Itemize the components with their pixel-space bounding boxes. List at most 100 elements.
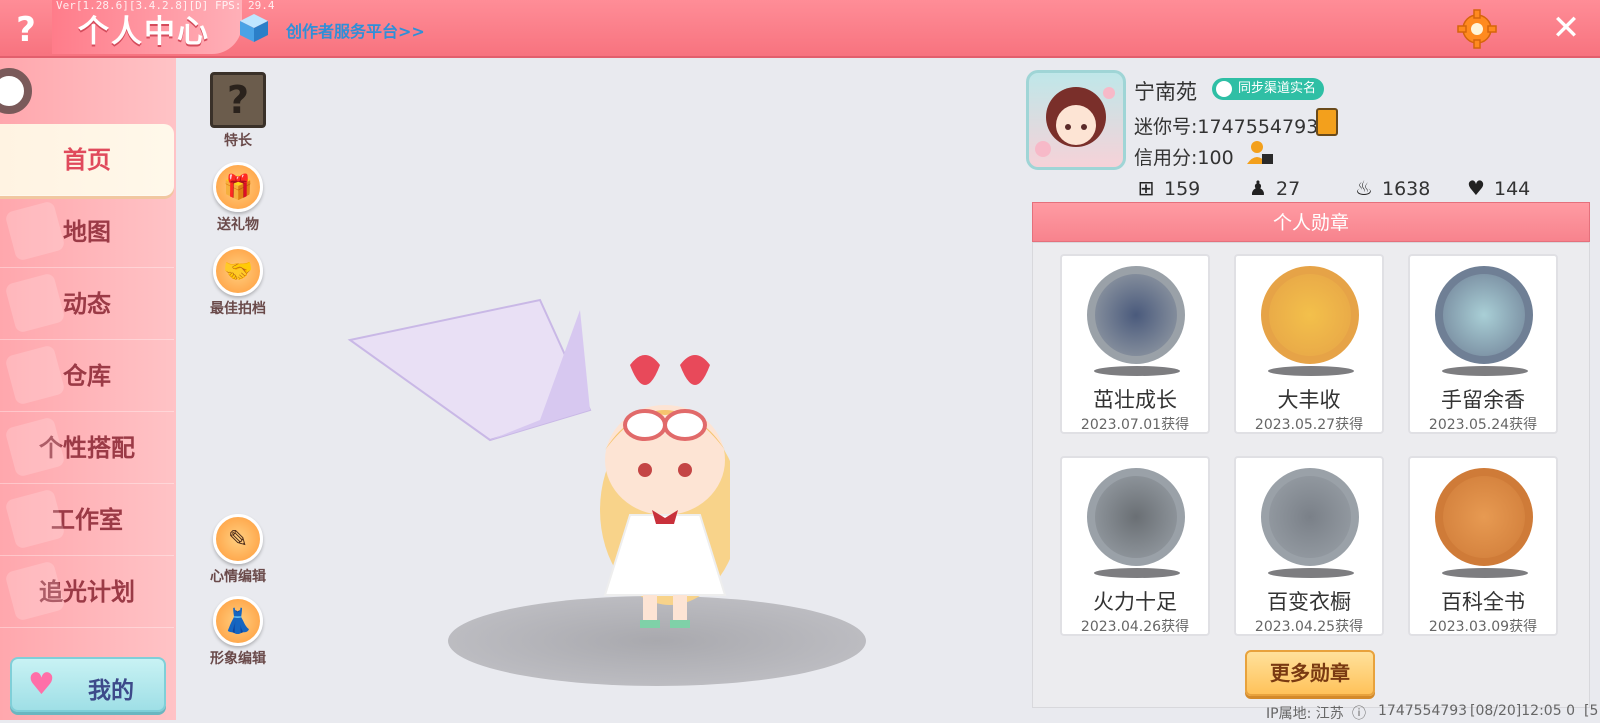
medal-name: 火力十足: [1093, 590, 1177, 614]
specialty-label: 特长: [224, 133, 252, 149]
best-partner-label: 最佳拍档: [210, 301, 266, 317]
ip-location: IP属地: 江苏: [1266, 706, 1344, 722]
robot-icon: [4, 416, 66, 478]
medal-card[interactable]: 百科全书 2023.03.09获得: [1408, 456, 1558, 636]
cube-icon[interactable]: [238, 12, 270, 44]
medal-date: 2023.05.27获得: [1254, 417, 1364, 433]
gear-icon[interactable]: [1456, 8, 1498, 50]
nav-item-label: 地图: [63, 218, 111, 246]
medal-harvest-icon: [1261, 266, 1359, 364]
avatar[interactable]: [1026, 70, 1126, 170]
medal-shadow: [1442, 568, 1528, 578]
mood-edit-button[interactable]: ✎ 心情编辑: [198, 514, 278, 586]
username: 宁南苑: [1134, 80, 1197, 104]
nav-item-studio[interactable]: 工作室: [0, 484, 174, 556]
copy-icon[interactable]: [1316, 108, 1338, 136]
best-partner-button[interactable]: 🤝 最佳拍档: [198, 246, 278, 318]
medal-name: 茁壮成长: [1093, 388, 1177, 412]
light-icon: [4, 560, 66, 622]
stat-fans: ♟ 27: [1246, 176, 1300, 200]
specialty-button[interactable]: ? 特长: [198, 72, 278, 150]
medal-shadow: [1268, 366, 1354, 376]
fans-icon: ♟: [1249, 176, 1267, 200]
nav-item-map[interactable]: 地图: [0, 196, 174, 268]
nav-item-label: 仓库: [63, 362, 111, 390]
medal-card[interactable]: 手留余香 2023.05.24获得: [1408, 254, 1558, 434]
real-name-badge: 同步渠道实名: [1212, 78, 1325, 100]
medal-name: 手留余香: [1441, 388, 1525, 412]
fire-icon: ♨: [1355, 176, 1373, 200]
avatar-portrait: [1035, 87, 1115, 157]
look-edit-button[interactable]: 👗 形象编辑: [198, 596, 278, 668]
medal-date: 2023.03.09获得: [1428, 619, 1538, 635]
stat-fans-value: 27: [1276, 178, 1301, 200]
handshake-icon: 🤝: [213, 246, 263, 296]
nav-item-storage[interactable]: 仓库: [0, 340, 174, 412]
medals-header: 个人勋章: [1032, 202, 1590, 242]
house-icon: [4, 344, 66, 406]
question-block-icon: ?: [210, 72, 266, 128]
add-friend-icon: ⊞: [1137, 176, 1155, 200]
stat-likes-value: 144: [1494, 178, 1531, 200]
medal-card[interactable]: 茁壮成长 2023.07.01获得: [1060, 254, 1210, 434]
nav-item-feed[interactable]: 动态: [0, 268, 174, 340]
medal-card[interactable]: 火力十足 2023.04.26获得: [1060, 456, 1210, 636]
mine-button[interactable]: ♥ 我的: [10, 657, 166, 712]
map-icon: [4, 200, 66, 262]
stat-popularity-value: 1638: [1382, 178, 1431, 200]
verified-user-icon: [1216, 81, 1232, 97]
edit-icon: ✎: [213, 514, 263, 564]
medal-name: 百变衣橱: [1267, 590, 1351, 614]
medal-sprout-icon: [1087, 266, 1185, 364]
character-avatar[interactable]: [340, 290, 730, 650]
medal-shadow: [1268, 568, 1354, 578]
nav-item-label: 动态: [63, 290, 111, 318]
medal-shadow: [1094, 366, 1180, 376]
credit-score: 信用分:100: [1134, 147, 1234, 169]
heart-icon: ♥: [1467, 176, 1485, 200]
outfit-icon: 👗: [213, 596, 263, 646]
medal-date: 2023.05.24获得: [1428, 417, 1538, 433]
medal-card[interactable]: 大丰收 2023.05.27获得: [1234, 254, 1384, 434]
stat-likes: ♥ 144: [1464, 176, 1530, 200]
sidebar: 首页 地图 动态 仓库 个性搭配 工作室 追光计划: [0, 58, 176, 720]
top-bar: Ver[1.28.6][3.4.2.8][D] FPS: 29.4 ? 个人中心…: [0, 0, 1600, 58]
more-medals-button[interactable]: 更多勋章: [1245, 650, 1375, 696]
medal-name: 百科全书: [1441, 590, 1525, 614]
nav-item-outfit[interactable]: 个性搭配: [0, 412, 174, 484]
stat-friends: ⊞ 159: [1134, 176, 1201, 200]
nav-item-home[interactable]: 首页: [0, 124, 174, 196]
gift-icon: 🎁: [213, 162, 263, 212]
medal-date: 2023.04.26获得: [1080, 619, 1190, 635]
close-icon[interactable]: ✕: [1548, 10, 1584, 46]
medal-card[interactable]: 百变衣橱 2023.04.25获得: [1234, 456, 1384, 636]
mini-id: 迷你号:1747554793: [1134, 116, 1319, 138]
medal-encyclopedia-icon: [1435, 468, 1533, 566]
nav-item-light-chase[interactable]: 追光计划: [0, 556, 174, 628]
medal-date: 2023.04.25获得: [1254, 619, 1364, 635]
medal-shadow: [1094, 568, 1180, 578]
real-name-badge-label: 同步渠道实名: [1238, 81, 1317, 96]
gift-button[interactable]: 🎁 送礼物: [198, 162, 278, 234]
gift-label: 送礼物: [217, 217, 259, 233]
medal-date: 2023.07.01获得: [1080, 417, 1190, 433]
mine-label: 我的: [88, 678, 134, 704]
stat-friends-value: 159: [1164, 178, 1201, 200]
medal-wardrobe-icon: [1261, 468, 1359, 566]
stat-popularity: ♨ 1638: [1352, 176, 1430, 200]
look-edit-label: 形象编辑: [210, 651, 266, 667]
creator-platform-link[interactable]: 创作者服务平台>>: [286, 18, 425, 42]
bell-icon: [4, 272, 66, 334]
info-icon[interactable]: ⓘ: [1352, 703, 1366, 723]
page-title: 个人中心: [78, 14, 210, 50]
studio-icon: [4, 488, 66, 550]
medal-name: 大丰收: [1277, 388, 1341, 412]
sidebar-toggle-icon[interactable]: [0, 68, 32, 114]
mood-edit-label: 心情编辑: [210, 569, 266, 585]
medal-fragrance-icon: [1435, 266, 1533, 364]
credit-info-icon[interactable]: [1246, 138, 1274, 166]
footer-id: 1747554793: [1378, 703, 1468, 719]
heart-icon: ♥: [28, 667, 55, 702]
help-icon[interactable]: ?: [6, 10, 46, 50]
medal-firepower-icon: [1087, 468, 1185, 566]
